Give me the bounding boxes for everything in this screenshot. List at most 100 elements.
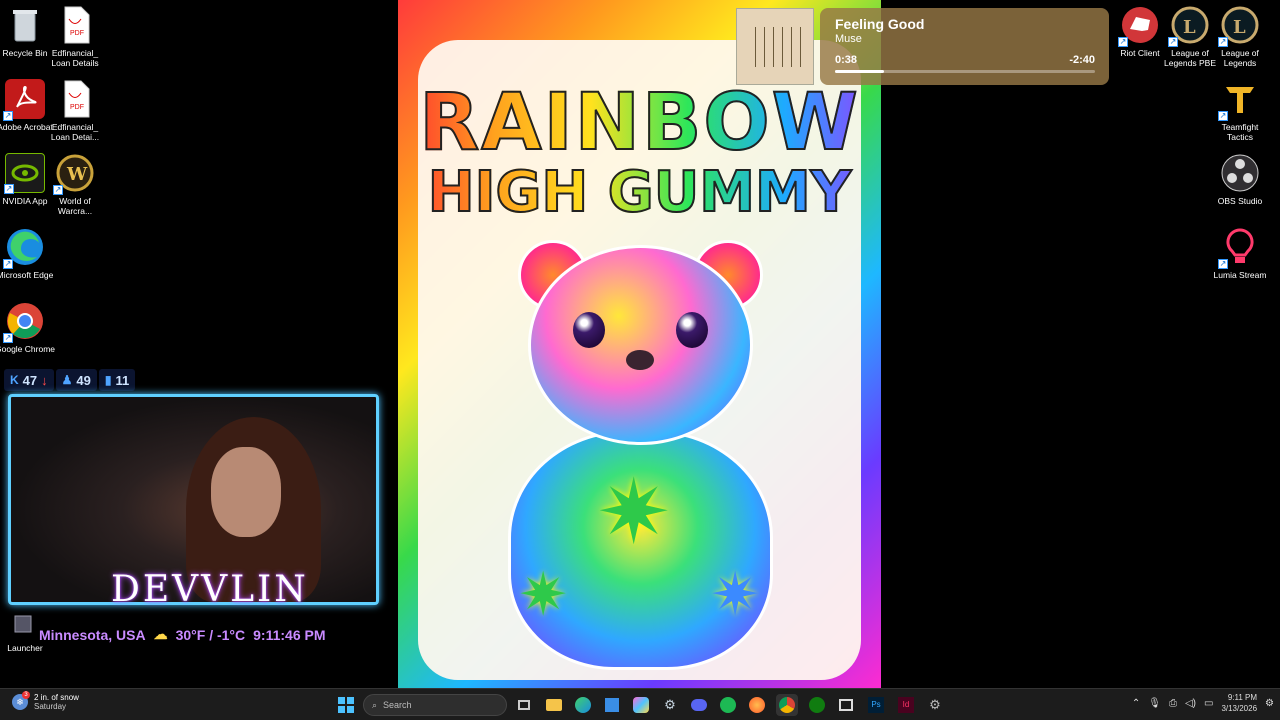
- song-progress-bar: [835, 70, 1095, 73]
- bear-head: [528, 245, 753, 445]
- taskbar: ❄ 3 2 in. of snow Saturday ⌕ Search ⚙ Ps …: [0, 688, 1280, 720]
- windows-logo-icon: [338, 697, 354, 713]
- battery-icon[interactable]: ▭: [1204, 698, 1213, 709]
- bear-eye-left: [573, 312, 605, 348]
- desktop-icon-obs[interactable]: OBS Studio: [1210, 153, 1270, 206]
- stat-viewers: ♟ 49: [55, 369, 97, 391]
- folder-icon: [546, 699, 562, 711]
- taskbar-settings-app[interactable]: ⚙: [924, 694, 946, 716]
- desktop-icon-league[interactable]: L ↗ League of Legends: [1210, 5, 1270, 68]
- taskbar-copilot[interactable]: [630, 694, 652, 716]
- discord-icon: [691, 699, 707, 711]
- taskbar-app-window[interactable]: [835, 694, 857, 716]
- task-view-button[interactable]: [513, 694, 535, 716]
- shortcut-arrow-icon: ↗: [1118, 37, 1128, 47]
- league-pbe-icon: L ↗: [1168, 5, 1210, 47]
- shortcut-arrow-icon: ↗: [1218, 37, 1228, 47]
- shortcut-arrow-icon: ↗: [1168, 37, 1178, 47]
- edge-icon: ↗: [3, 227, 45, 269]
- desktop-icon-tft[interactable]: ↗ Teamfight Tactics: [1210, 79, 1270, 142]
- taskbar-file-explorer[interactable]: [543, 694, 565, 716]
- bear-nose: [626, 350, 654, 370]
- shortcut-arrow-icon: ↗: [3, 259, 13, 269]
- taskbar-store[interactable]: [601, 694, 623, 716]
- cannabis-leaf-icon: ✷: [518, 561, 569, 628]
- song-progress-fill: [835, 70, 885, 73]
- artwork-title-line1: RAINBOW: [398, 77, 881, 169]
- steam-icon: ⚙: [664, 697, 676, 712]
- desktop-icon-label: Edfinancial_ Loan Detai...: [50, 122, 100, 142]
- spotify-icon: [720, 697, 736, 713]
- indesign-icon: Id: [898, 697, 914, 713]
- xbox-icon: [809, 697, 825, 713]
- clock-date: 3/13/2026: [1221, 704, 1258, 713]
- desktop-icon-edge[interactable]: ↗ Microsoft Edge: [0, 227, 55, 280]
- svg-text:PDF: PDF: [70, 104, 84, 111]
- microphone-icon[interactable]: 🎙: [1148, 698, 1161, 709]
- now-playing-card: Feeling Good Muse 0:38 -2:40: [820, 8, 1109, 85]
- chevron-up-icon[interactable]: ⌃: [1132, 698, 1140, 709]
- weather-badge: 3: [22, 691, 30, 699]
- taskbar-chrome[interactable]: [776, 694, 798, 716]
- taskbar-indesign[interactable]: Id: [895, 694, 917, 716]
- shortcut-arrow-icon: ↗: [53, 185, 63, 195]
- rainbow-gummy-artwork: RAINBOW HIGH GUMMY ✷ ✷ ✷: [398, 0, 881, 690]
- weather-summary: 2 in. of snow: [34, 693, 79, 702]
- taskbar-edge[interactable]: [572, 694, 594, 716]
- down-arrow-icon: ↓: [41, 372, 48, 388]
- volume-icon[interactable]: ◁): [1185, 698, 1196, 709]
- system-tray: ⌃ 🎙 ⎙ ◁) ▭ 9:11 PM 3/13/2026 ⚙: [1132, 692, 1274, 714]
- desktop-icon-pdf-1[interactable]: PDF Edfinancial_ Loan Details: [45, 5, 105, 68]
- lumia-icon: ↗: [1218, 227, 1260, 269]
- song-artist: Muse: [835, 33, 862, 45]
- taskbar-photoshop[interactable]: Ps: [865, 694, 887, 716]
- svg-text:W: W: [66, 164, 88, 185]
- edge-icon: [575, 697, 591, 713]
- artwork-title-line2: HIGH GUMMY: [398, 159, 881, 226]
- streamer-handle: DEVVLIN: [111, 569, 309, 610]
- start-button[interactable]: [335, 694, 357, 716]
- taskbar-discord[interactable]: [688, 694, 710, 716]
- taskbar-weather-widget[interactable]: ❄ 3 2 in. of snow Saturday: [12, 691, 79, 711]
- search-placeholder: Search: [383, 700, 412, 710]
- notification-icon[interactable]: ⚙: [1265, 698, 1274, 709]
- elapsed-time: 0:38: [835, 54, 858, 66]
- taskbar-firefox[interactable]: [746, 694, 768, 716]
- adobe-acrobat-icon: ↗: [3, 79, 45, 121]
- desktop-icon-wow[interactable]: W ↗ World of Warcra...: [45, 153, 105, 216]
- webcam-overlay: DEVVLIN: [8, 394, 379, 610]
- partly-cloudy-icon: ☁: [153, 626, 168, 642]
- desktop-icon-label: Google Chrome: [0, 344, 56, 354]
- copilot-icon: [633, 697, 649, 713]
- riot-client-icon: ↗: [1118, 5, 1160, 47]
- now-playing-widget[interactable]: Feeling Good Muse 0:38 -2:40: [736, 8, 1109, 85]
- taskbar-clock[interactable]: 9:11 PM 3/13/2026: [1221, 692, 1257, 714]
- pdf-file-icon: PDF: [55, 5, 95, 45]
- svg-text:L: L: [1233, 17, 1246, 38]
- task-view-icon: [518, 700, 530, 710]
- stat-value: 47: [22, 372, 38, 388]
- taskbar-search-box[interactable]: ⌕ Search: [363, 694, 507, 716]
- nvidia-icon: ↗: [4, 153, 45, 194]
- desktop-icon-label: Lumia Stream: [1213, 270, 1267, 280]
- snow-weather-icon: ❄ 3: [12, 691, 30, 710]
- pdf-file-icon: PDF: [55, 79, 95, 119]
- shortcut-arrow-icon: ↗: [3, 111, 13, 121]
- stat-kick-followers: K 47 ↓: [4, 369, 54, 391]
- window-icon: [839, 699, 853, 711]
- stream-stats-bar: K 47 ↓ ♟ 49 ▮ 11: [4, 369, 136, 391]
- desktop-icon-label: Teamfight Tactics: [1221, 122, 1259, 142]
- taskbar-steam[interactable]: ⚙: [659, 694, 681, 716]
- taskbar-xbox[interactable]: [806, 694, 828, 716]
- desktop-icon-chrome[interactable]: ↗ Google Chrome: [0, 301, 55, 354]
- network-icon[interactable]: ⎙: [1169, 698, 1177, 709]
- desktop-icon-lumia[interactable]: ↗ Lumia Stream: [1210, 227, 1270, 280]
- chrome-icon: [779, 697, 795, 713]
- firefox-icon: [749, 697, 765, 713]
- league-icon: L ↗: [1218, 5, 1260, 47]
- desktop-icon-pdf-2[interactable]: PDF Edfinancial_ Loan Detai...: [45, 79, 105, 142]
- taskbar-spotify[interactable]: [717, 694, 739, 716]
- kick-icon: K: [10, 373, 19, 387]
- viewer-icon: ♟: [61, 373, 73, 387]
- overlay-time: 9:11:46 PM: [253, 626, 326, 643]
